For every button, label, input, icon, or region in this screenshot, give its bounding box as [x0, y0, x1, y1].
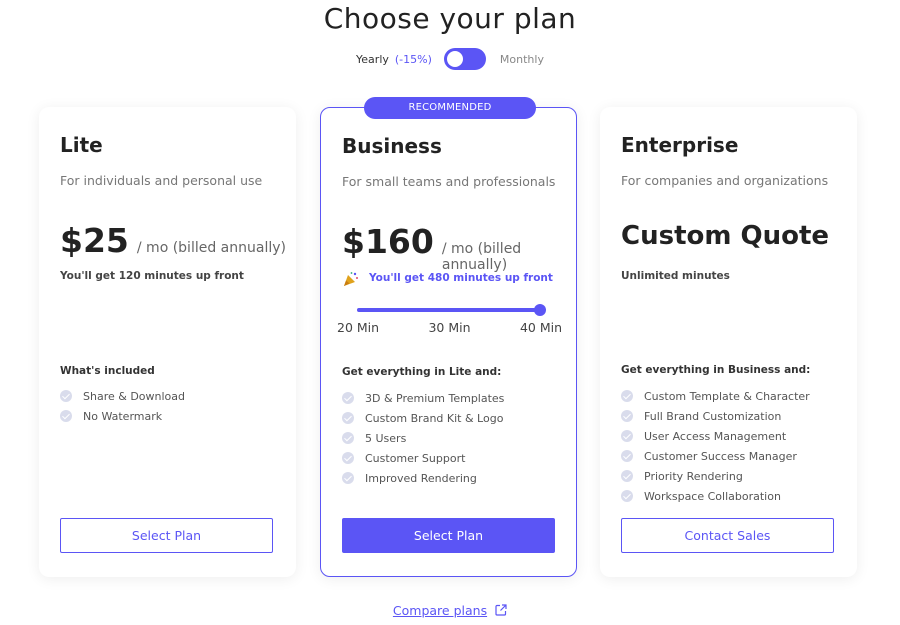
included-title: Get everything in Lite and: — [342, 366, 502, 378]
plan-description: For small teams and professionals — [342, 174, 556, 189]
price-row: $160 / mo (billed annually) — [342, 222, 576, 273]
list-item: Custom Template & Character — [621, 386, 810, 406]
list-item: 5 Users — [342, 428, 504, 448]
list-item: User Access Management — [621, 426, 810, 446]
slider-label: 40 Min — [519, 320, 562, 335]
plan-name: Lite — [60, 133, 103, 157]
check-icon — [60, 410, 72, 422]
feature-list: Share & Download No Watermark — [60, 386, 185, 426]
list-item: Share & Download — [60, 386, 185, 406]
feature-list: Custom Template & Character Full Brand C… — [621, 386, 810, 506]
check-icon — [621, 390, 633, 402]
yearly-label[interactable]: Yearly — [356, 53, 389, 66]
feature-label: Full Brand Customization — [644, 409, 782, 423]
feature-label: No Watermark — [83, 409, 163, 423]
price-period: / mo (billed annually) — [441, 241, 522, 273]
plan-description: For companies and organizations — [621, 173, 829, 188]
feature-label: 5 Users — [365, 431, 407, 445]
check-icon — [342, 452, 354, 464]
switch-knob — [446, 51, 463, 67]
plan-description: For individuals and personal use — [60, 173, 263, 188]
included-title: Get everything in Business and: — [621, 364, 811, 376]
check-icon — [621, 470, 633, 482]
list-item: Full Brand Customization — [621, 406, 810, 426]
plan-name: Enterprise — [621, 133, 739, 157]
feature-label: Priority Rendering — [644, 469, 743, 483]
billing-toggle: Yearly (-15%) Monthly — [0, 48, 900, 70]
discount-label: (-15%) — [394, 52, 432, 66]
compare-plans: Compare plans — [0, 603, 900, 618]
check-icon — [342, 412, 354, 424]
plan-card-business: RECOMMENDED Business For small teams and… — [320, 97, 577, 577]
slider-track[interactable] — [357, 304, 546, 316]
slider-labels: 20 Min 30 Min 40 Min — [337, 320, 562, 335]
feature-label: Custom Brand Kit & Logo — [365, 411, 504, 425]
minutes-info: You'll get 120 minutes up front — [60, 270, 244, 282]
list-item: Workspace Collaboration — [621, 486, 810, 506]
list-item: Customer Support — [342, 448, 504, 468]
page-title: Choose your plan — [323, 2, 577, 35]
feature-label: User Access Management — [644, 429, 787, 443]
plan-price: $160 — [342, 222, 434, 261]
party-popper-icon — [344, 272, 358, 286]
plan-price: Custom Quote — [621, 221, 830, 251]
list-item: Priority Rendering — [621, 466, 810, 486]
list-item: Improved Rendering — [342, 468, 504, 488]
plan-price: $25 — [60, 221, 129, 260]
monthly-label[interactable]: Monthly — [500, 53, 544, 66]
feature-label: Improved Rendering — [365, 471, 477, 485]
slider-fill — [357, 308, 540, 312]
check-icon — [342, 432, 354, 444]
minutes-info: You'll get 480 minutes up front — [369, 272, 553, 284]
list-item: Customer Success Manager — [621, 446, 810, 466]
list-item: Custom Brand Kit & Logo — [342, 408, 504, 428]
recommended-badge: RECOMMENDED — [364, 97, 536, 119]
included-title: What's included — [60, 365, 155, 377]
check-icon — [621, 430, 633, 442]
feature-label: Custom Template & Character — [644, 389, 810, 403]
plan-card-lite: Lite For individuals and personal use $2… — [39, 107, 296, 577]
check-icon — [60, 390, 72, 402]
check-icon — [621, 490, 633, 502]
external-link-icon[interactable] — [495, 604, 507, 616]
billing-switch[interactable] — [443, 48, 486, 70]
plan-name: Business — [342, 134, 442, 158]
feature-label: 3D & Premium Templates — [365, 391, 505, 405]
minutes-info: Unlimited minutes — [621, 270, 730, 282]
slider-handle[interactable] — [534, 304, 546, 316]
compare-plans-link[interactable]: Compare plans — [393, 603, 487, 618]
contact-sales-button[interactable]: Contact Sales — [621, 518, 834, 553]
check-icon — [342, 472, 354, 484]
price-period: / mo (billed annually) — [136, 240, 286, 256]
price-row: $25 / mo (billed annually) — [60, 221, 286, 260]
feature-list: 3D & Premium Templates Custom Brand Kit … — [342, 388, 504, 488]
select-plan-button-business[interactable]: Select Plan — [342, 518, 555, 553]
feature-label: Share & Download — [83, 389, 185, 403]
list-item: 3D & Premium Templates — [342, 388, 504, 408]
slider-label: 30 Min — [428, 320, 471, 335]
feature-label: Customer Success Manager — [644, 449, 797, 463]
list-item: No Watermark — [60, 406, 185, 426]
feature-label: Customer Support — [365, 451, 466, 465]
plan-card-enterprise: Enterprise For companies and organizatio… — [600, 107, 857, 577]
feature-label: Workspace Collaboration — [644, 489, 781, 503]
slider-label: 20 Min — [337, 320, 380, 335]
check-icon — [621, 410, 633, 422]
check-icon — [342, 392, 354, 404]
check-icon — [621, 450, 633, 462]
select-plan-button-lite[interactable]: Select Plan — [60, 518, 273, 553]
